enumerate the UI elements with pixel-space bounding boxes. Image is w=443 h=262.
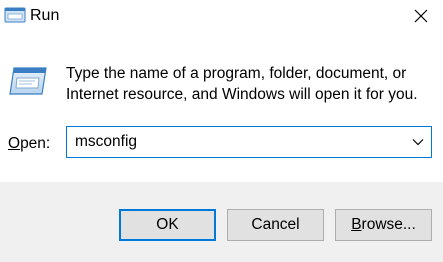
browse-accelerator: B (351, 216, 362, 233)
run-icon (9, 67, 47, 95)
close-button[interactable] (398, 0, 443, 32)
chevron-down-icon[interactable] (411, 136, 425, 148)
title-bar[interactable]: Run (0, 0, 443, 32)
browse-label: rowse... (361, 216, 416, 233)
open-label-accelerator: O (8, 135, 21, 152)
description-line-1: Type the name of a program, folder, docu… (66, 65, 407, 82)
run-icon (4, 7, 26, 23)
description-line-2: Internet resource, and Windows will open… (66, 86, 418, 103)
open-label: Open: (8, 134, 50, 154)
open-input[interactable] (67, 127, 397, 157)
open-combobox[interactable] (66, 126, 432, 158)
ok-button[interactable]: OK (119, 209, 216, 241)
open-label-text: pen: (20, 135, 51, 152)
browse-button[interactable]: Browse... (335, 209, 432, 241)
close-icon (414, 9, 427, 23)
run-dialog: Run Type the name of a program, folder, … (0, 0, 443, 262)
button-bar: OK Cancel Browse... (0, 182, 443, 262)
window-title: Run (30, 7, 60, 24)
cancel-button[interactable]: Cancel (227, 209, 324, 241)
description: Type the name of a program, folder, docu… (66, 63, 436, 105)
